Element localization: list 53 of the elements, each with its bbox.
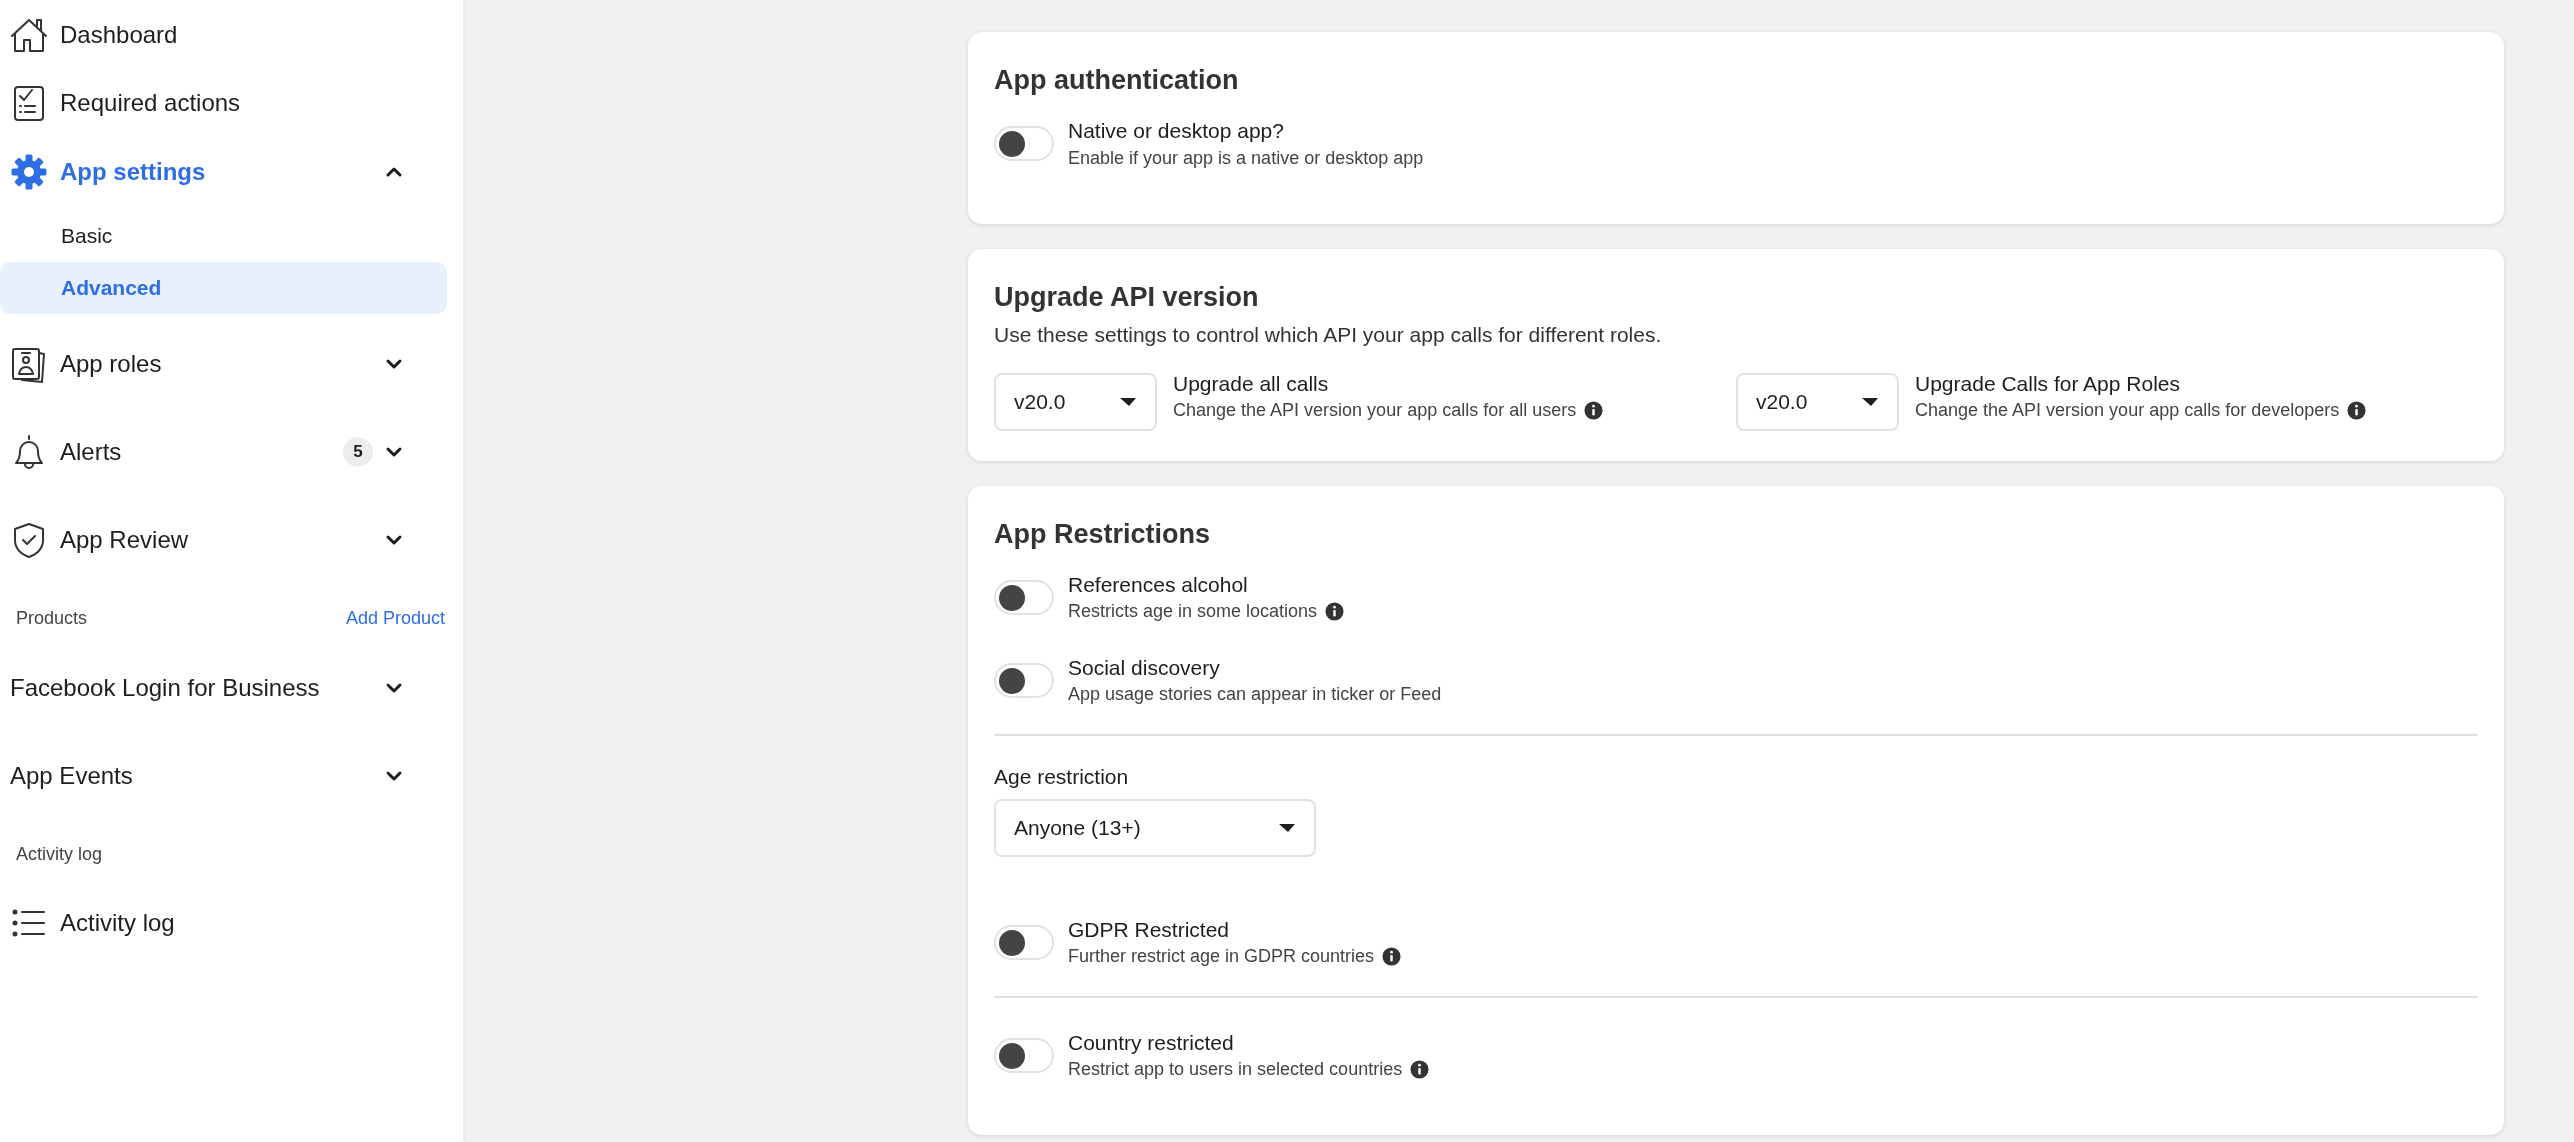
caret-icon (1278, 822, 1296, 833)
info-icon[interactable] (1325, 602, 1345, 622)
setting-description: Enable if your app is a native or desktop app (1068, 146, 1424, 170)
setting-description: Restrict app to users in selected countries (1068, 1058, 1403, 1082)
sidebar-item[interactable]: Alerts (60, 434, 343, 470)
sidebar-item[interactable]: App Events (10, 758, 373, 794)
setting-label: Upgrade Calls for App Roles (1915, 370, 2181, 397)
card-description: Use these settings to control which API your app calls for different roles. (994, 322, 1663, 349)
sidebar-item[interactable]: App settings (60, 154, 373, 190)
info-icon[interactable] (1584, 400, 1604, 420)
sidebar-item[interactable]: Dashboard (60, 17, 463, 53)
setting-description: Change the API version your app calls for developers (1915, 398, 2340, 422)
setting-description: Restricts age in some locations (1068, 600, 1318, 624)
setting-label: Social discovery (1068, 655, 1221, 682)
card-title: App Restrictions (994, 517, 1212, 550)
setting-label: References alcohol (1068, 571, 1249, 598)
card-title: Upgrade API version (994, 280, 1260, 314)
sidebar-item[interactable]: App Review (60, 522, 373, 558)
info-icon[interactable] (1382, 946, 1402, 966)
sidebar-item[interactable]: Required actions (60, 85, 463, 121)
id-card-icon (10, 345, 48, 383)
add-product-link[interactable]: Add Product (345, 604, 445, 632)
setting-description: Further restrict age in GDPR countries (1068, 944, 1375, 968)
sidebar-item[interactable]: Activity log (60, 905, 463, 941)
sidebar-item[interactable]: App roles (60, 346, 373, 382)
setting-description: Change the API version your app calls for all users (1173, 398, 1577, 422)
version-dropdown[interactable]: v20.0 (994, 372, 1157, 431)
setting-label: GDPR Restricted (1068, 916, 1231, 943)
card-title: App authentication (994, 64, 1240, 97)
version-dropdown[interactable]: v20.0 (1736, 372, 1899, 431)
info-icon[interactable] (2347, 400, 2367, 420)
section-heading: Products (16, 606, 88, 630)
sidebar-subitem[interactable]: Basic (0, 210, 447, 262)
section-heading: Activity log (16, 842, 103, 866)
setting-label: Country restricted (1068, 1029, 1235, 1056)
setting-label: Upgrade all calls (1173, 370, 1330, 397)
toggle-switch[interactable] (994, 126, 1054, 162)
age-dropdown[interactable]: Anyone (13+) (994, 798, 1316, 857)
info-icon[interactable] (1410, 1060, 1430, 1080)
toggle-switch[interactable] (994, 663, 1054, 699)
toggle-switch[interactable] (994, 924, 1054, 960)
caret-icon (1119, 396, 1137, 407)
setting-label: Native or desktop app? (1068, 118, 1285, 145)
count-badge: 5 (343, 437, 373, 467)
toggle-switch[interactable] (994, 579, 1054, 615)
sidebar-item[interactable]: Facebook Login for Business (10, 670, 373, 706)
toggle-switch[interactable] (994, 1037, 1054, 1073)
field-label: Age restriction (994, 764, 1130, 791)
caret-icon (1861, 396, 1879, 407)
home-icon (10, 16, 48, 54)
sidebar-subitem[interactable]: Advanced (0, 262, 447, 314)
setting-description: App usage stories can appear in ticker or Feed (1068, 683, 1442, 707)
settings-icon (10, 153, 48, 191)
